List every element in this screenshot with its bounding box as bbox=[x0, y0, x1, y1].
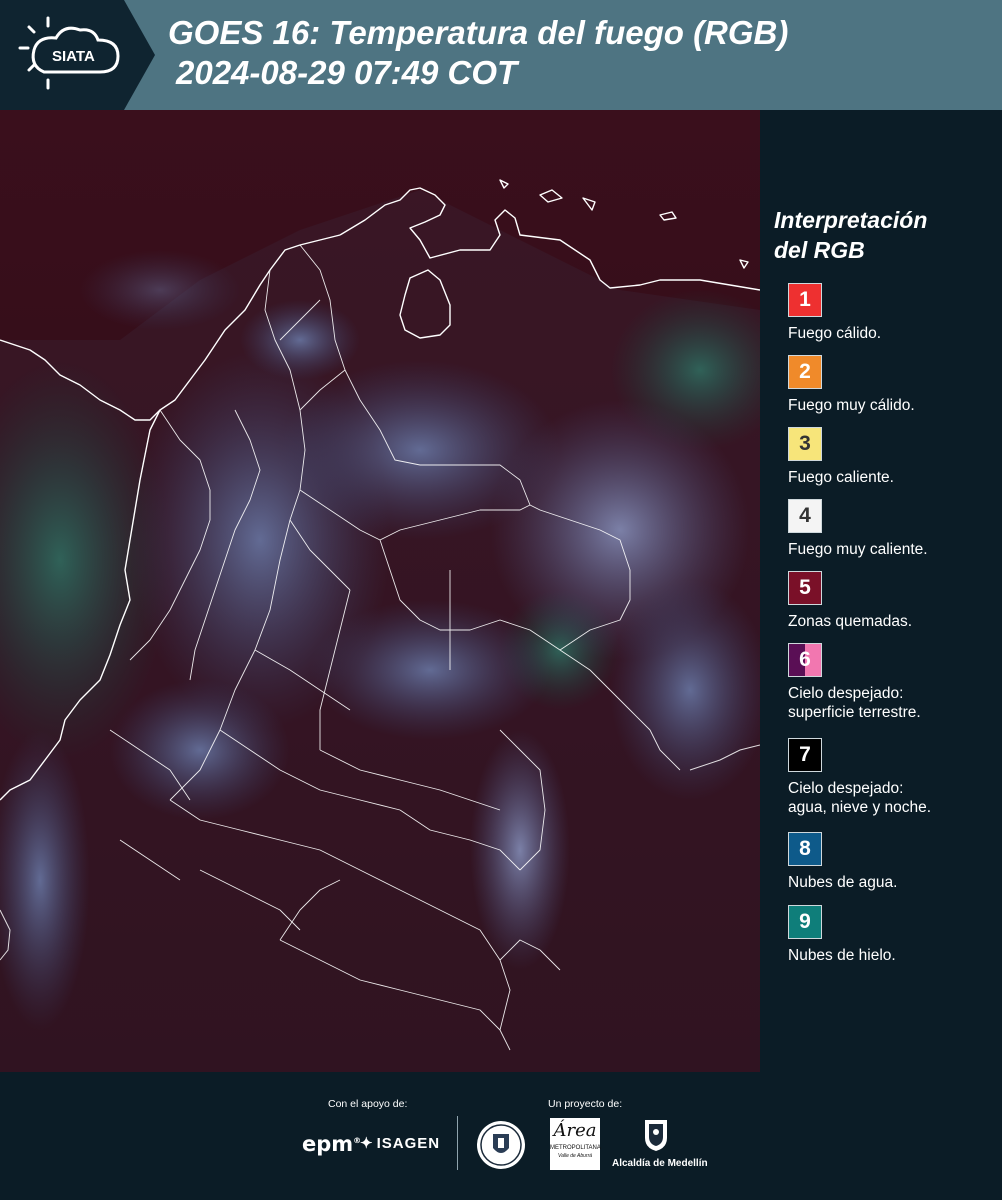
legend-title-line2: del RGB bbox=[774, 237, 865, 263]
legend-item: 4 Fuego muy caliente. bbox=[788, 499, 928, 559]
footer: Con el apoyo de: Un proyecto de: epm® ✦ I… bbox=[0, 1072, 1002, 1200]
legend-item: 5 Zonas quemadas. bbox=[788, 571, 912, 631]
footer-divider bbox=[457, 1116, 458, 1170]
siata-logo: SIATA bbox=[0, 0, 155, 110]
alcaldia-shield-icon bbox=[645, 1120, 667, 1151]
legend-label: Fuego caliente. bbox=[788, 469, 894, 486]
legend-swatch: 2 bbox=[788, 355, 822, 389]
legend-item: 8 Nubes de agua. bbox=[788, 832, 897, 892]
support-label: Con el apoyo de: bbox=[328, 1098, 408, 1110]
page-timestamp: 2024-08-29 07:49 COT bbox=[176, 54, 518, 91]
legend-title: Interpretación del RGB bbox=[774, 205, 996, 265]
legend: Interpretación del RGB 1 Fuego cálido. 2 Fu… bbox=[774, 205, 996, 964]
legend-item: 6 Cielo despejado: superficie terrestre. bbox=[788, 643, 921, 722]
legend-item: 1 Fuego cálido. bbox=[788, 283, 881, 343]
legend-label: Fuego muy caliente. bbox=[788, 541, 928, 558]
legend-swatch: 4 bbox=[788, 499, 822, 533]
satellite-map bbox=[0, 110, 760, 1072]
legend-swatch: 3 bbox=[788, 427, 822, 461]
legend-label: Fuego cálido. bbox=[788, 325, 882, 342]
legend-label: Cielo despejado: superficie terrestre. bbox=[788, 685, 921, 721]
map-icon bbox=[0, 110, 760, 1072]
legend-swatch: 5 bbox=[788, 571, 822, 605]
isagen-icon: ✦ bbox=[360, 1135, 374, 1152]
header-bar: SIATA GOES 16: Temperatura del fuego (RG… bbox=[0, 0, 1002, 110]
legend-item: 9 Nubes de hielo. bbox=[788, 905, 896, 965]
legend-item: 7 Cielo despejado: agua, nieve y noche. bbox=[788, 738, 931, 817]
alcaldia-logo: Alcaldía de Medellín bbox=[612, 1158, 708, 1169]
area-metropolitana-logo: Área METROPOLITANA Valle de Aburrá bbox=[550, 1118, 601, 1170]
legend-item: 3 Fuego caliente. bbox=[788, 427, 894, 487]
legend-swatch: 7 bbox=[788, 738, 822, 772]
legend-label: Fuego muy cálido. bbox=[788, 397, 915, 414]
page-title: GOES 16: Temperatura del fuego (RGB) bbox=[168, 14, 789, 51]
legend-item: 2 Fuego muy cálido. bbox=[788, 355, 915, 415]
legend-label: Nubes de hielo. bbox=[788, 947, 896, 964]
project-label: Un proyecto de: bbox=[548, 1098, 623, 1110]
legend-swatch: 8 bbox=[788, 832, 822, 866]
siata-logo-text: SIATA bbox=[52, 48, 95, 65]
legend-swatch: 1 bbox=[788, 283, 822, 317]
legend-label: Cielo despejado: agua, nieve y noche. bbox=[788, 780, 932, 816]
isagen-logo: ✦ ISAGEN bbox=[360, 1135, 441, 1152]
legend-label: Zonas quemadas. bbox=[788, 613, 913, 630]
legend-swatch: 6 bbox=[788, 643, 822, 677]
epm-logo: epm® bbox=[302, 1132, 362, 1156]
legend-swatch: 9 bbox=[788, 905, 822, 939]
antioquia-seal-icon bbox=[477, 1121, 525, 1169]
legend-label: Nubes de agua. bbox=[788, 874, 898, 891]
legend-title-line1: Interpretación bbox=[774, 207, 928, 233]
